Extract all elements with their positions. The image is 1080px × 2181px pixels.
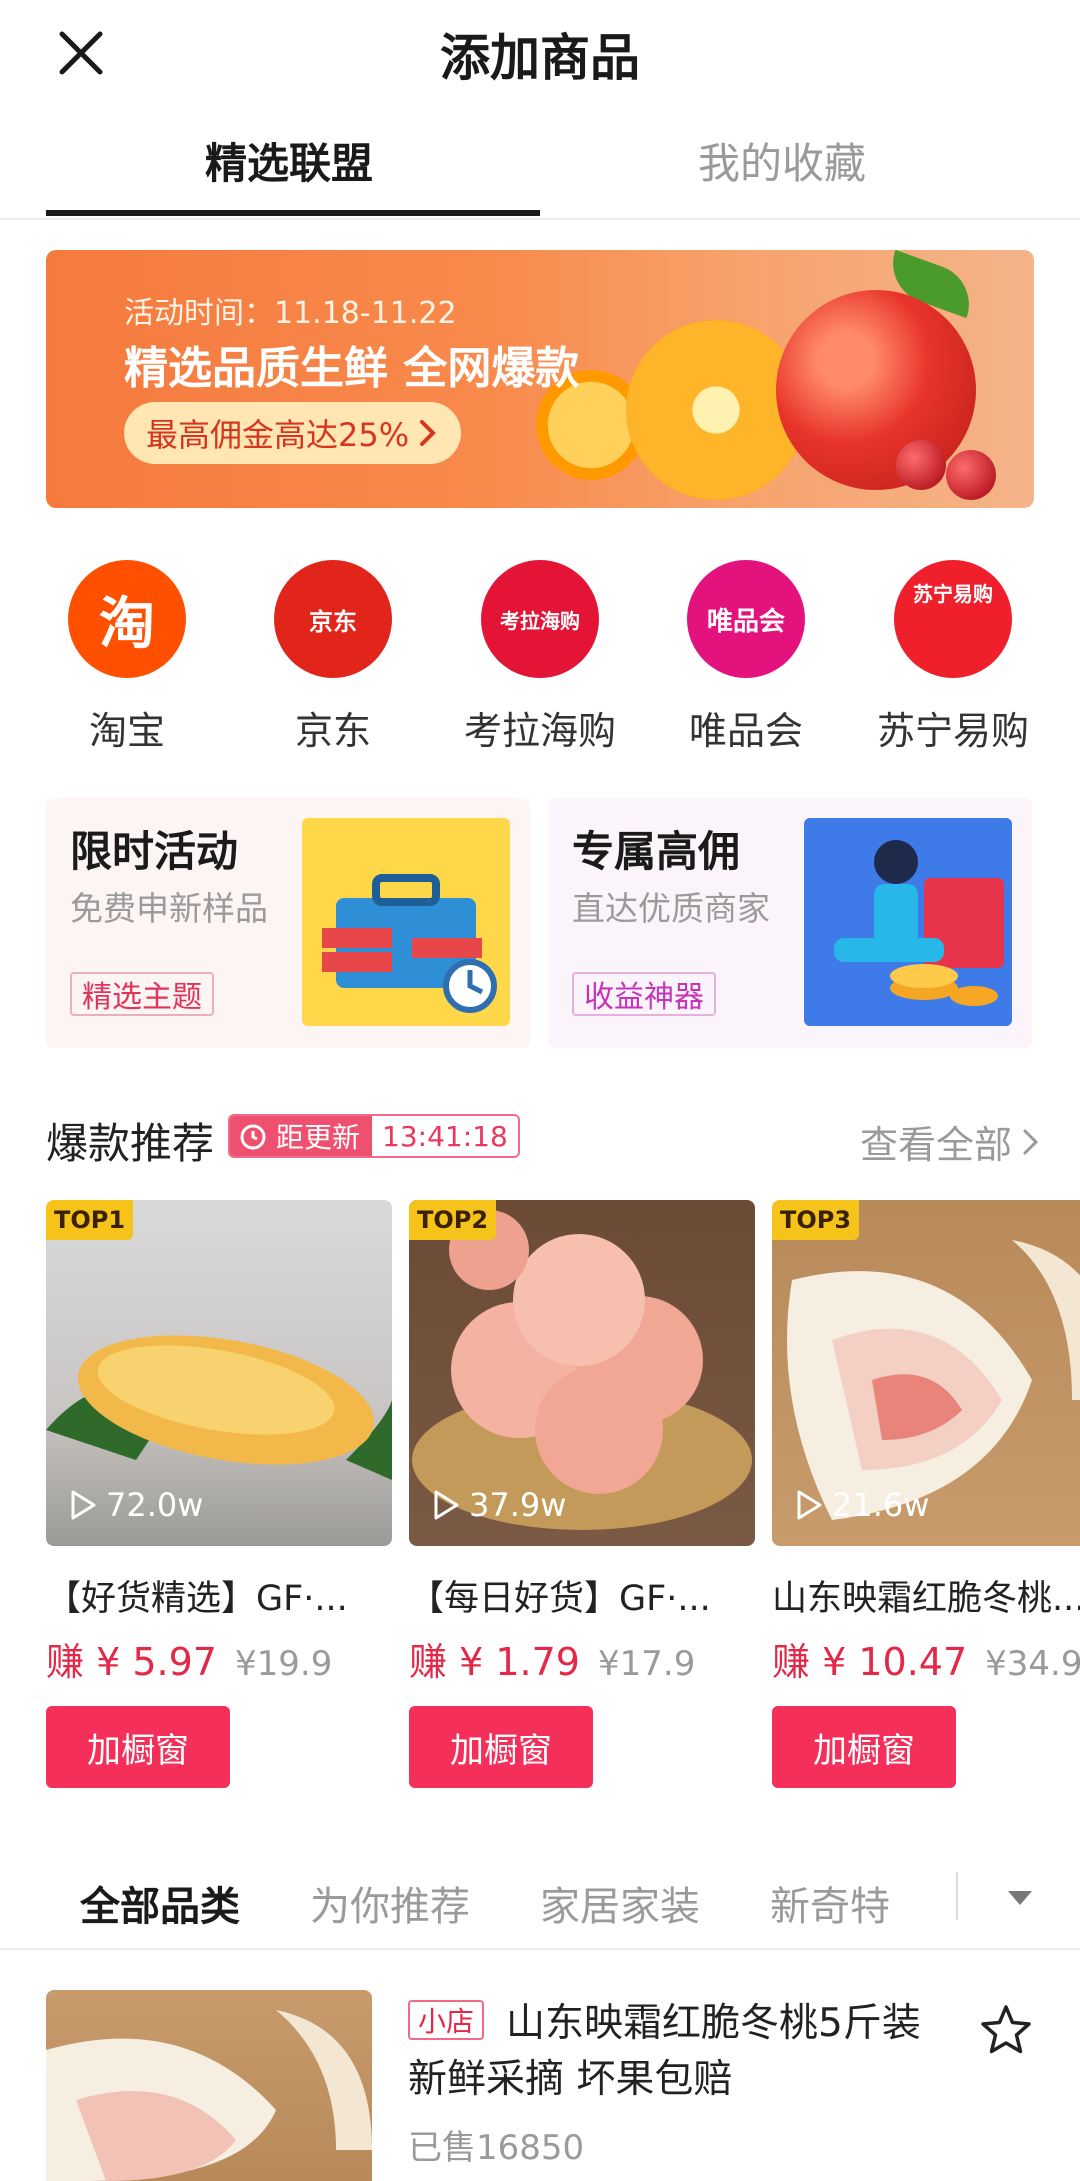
- platform-name: 考拉海购: [463, 709, 616, 753]
- product-name: 山东映霜红脆冬桃...: [772, 1579, 1080, 1619]
- product-name: 【每日好货】GF·...: [409, 1579, 711, 1619]
- promo-subtitle: 直达优质商家: [572, 889, 770, 928]
- jd-logo-icon: 京东: [274, 560, 392, 678]
- promo-tag: 精选主题: [70, 972, 214, 1016]
- category-tab-recommended[interactable]: 为你推荐: [310, 1874, 470, 1932]
- original-price: ¥34.9: [985, 1644, 1080, 1684]
- top-tabs: 精选联盟 我的收藏: [0, 120, 1080, 220]
- view-count: 21.6w: [794, 1486, 929, 1524]
- sold-count: 已售16850: [408, 2128, 585, 2168]
- cherry-image: [946, 450, 996, 500]
- view-count: 37.9w: [431, 1486, 566, 1524]
- product-card[interactable]: TOP1 72.0w 【好货精选】GF·... 赚 ¥ 5.97 ¥19.9 加…: [46, 1200, 392, 1788]
- taobao-logo-icon: 淘: [68, 560, 186, 678]
- promo-card-commission[interactable]: 专属高佣 直达优质商家 收益神器: [548, 798, 1032, 1048]
- platform-name: 苏宁易购: [876, 709, 1029, 753]
- page-title: 添加商品: [440, 29, 640, 87]
- view-count-text: 21.6w: [832, 1486, 930, 1524]
- view-count-text: 37.9w: [469, 1486, 567, 1524]
- banner-cta-label: 最高佣金高达25%: [146, 416, 410, 454]
- platform-name: 淘宝: [88, 709, 165, 753]
- rank-badge: TOP1: [46, 1200, 134, 1240]
- rank-badge: TOP3: [772, 1200, 860, 1240]
- add-to-showcase-button[interactable]: 加橱窗: [772, 1706, 956, 1788]
- add-to-showcase-button[interactable]: 加橱窗: [46, 1706, 230, 1788]
- promo-tag: 收益神器: [572, 972, 716, 1016]
- tab-selected-alliance[interactable]: 精选联盟: [205, 130, 373, 191]
- play-icon: [71, 1490, 96, 1520]
- header: 添加商品: [0, 0, 1080, 100]
- chevron-right-icon: [420, 420, 436, 446]
- platform-row: 淘 淘宝 京东 京东 考拉海购 考拉海购 唯品会 唯品会 苏宁易购 苏宁易购: [0, 560, 1080, 760]
- promo-banner[interactable]: 活动时间：11.18-11.22 精选品质生鲜 全网爆款 最高佣金高达25%: [46, 250, 1034, 508]
- product-card[interactable]: TOP2 37.9w 【每日好货】GF·... 赚 ¥ 1.79 ¥17.9 加…: [409, 1200, 755, 1788]
- star-icon[interactable]: [976, 2000, 1036, 2060]
- toolbox-illustration: [302, 818, 510, 1026]
- add-to-showcase-button[interactable]: 加橱窗: [409, 1706, 593, 1788]
- product-card[interactable]: TOP3 21.6w 山东映霜红脆冬桃... 赚 ¥ 10.47 ¥34.9 加…: [772, 1200, 1080, 1788]
- promo-subtitle: 免费申新样品: [70, 889, 268, 928]
- chevron-right-icon: [1023, 1129, 1039, 1154]
- commission-illustration: [804, 818, 1012, 1026]
- commission: 赚 ¥ 5.97: [46, 1640, 217, 1684]
- product-image: TOP1 72.0w: [46, 1200, 392, 1546]
- vip-logo-icon: 唯品会: [687, 560, 805, 678]
- category-tabs: 全部品类 为你推荐 家居家装 新奇特: [0, 1860, 1080, 1950]
- alarm-clock-icon: [240, 1124, 266, 1150]
- countdown-badge: 距更新 13:41:18: [228, 1114, 520, 1158]
- promo-title: 限时活动: [70, 827, 239, 876]
- banner-cta-button[interactable]: 最高佣金高达25%: [124, 402, 462, 464]
- product-name: 【好货精选】GF·...: [46, 1579, 348, 1619]
- suning-logo-icon: 苏宁易购: [894, 560, 1012, 678]
- cherry-image: [896, 440, 946, 490]
- view-count-text: 72.0w: [106, 1486, 204, 1524]
- platform-jd[interactable]: 京东 京东: [243, 560, 423, 755]
- product-image: [46, 1990, 372, 2181]
- list-item[interactable]: 山东映霜红脆冬桃5斤装 新鲜采摘 坏果包赔 小店 已售16850: [0, 1990, 1080, 2181]
- promo-title: 专属高佣: [572, 827, 741, 876]
- promo-card-limited[interactable]: 限时活动 免费申新样品 精选主题: [46, 798, 530, 1048]
- divider: [956, 1872, 958, 1920]
- product-image: TOP2 37.9w: [409, 1200, 755, 1546]
- category-tab-all[interactable]: 全部品类: [80, 1874, 240, 1932]
- original-price: ¥19.9: [234, 1644, 333, 1684]
- kaola-logo-icon: 考拉海购: [481, 560, 599, 678]
- original-price: ¥17.9: [597, 1644, 696, 1684]
- rank-badge: TOP2: [409, 1200, 497, 1240]
- price-row: 赚 ¥ 10.47 ¥34.9: [772, 1631, 1080, 1686]
- platform-name: 唯品会: [688, 709, 803, 753]
- play-icon: [797, 1490, 822, 1520]
- platform-suning[interactable]: 苏宁易购 苏宁易购: [863, 560, 1043, 755]
- shop-badge: 小店: [408, 2000, 485, 2040]
- commission: 赚 ¥ 1.79: [409, 1640, 580, 1684]
- commission: 赚 ¥ 10.47: [772, 1640, 968, 1684]
- platform-taobao[interactable]: 淘 淘宝: [37, 560, 217, 755]
- play-icon: [434, 1490, 459, 1520]
- banner-date: 活动时间：11.18-11.22: [124, 296, 457, 331]
- hot-products-carousel[interactable]: TOP1 72.0w 【好货精选】GF·... 赚 ¥ 5.97 ¥19.9 加…: [0, 1200, 1080, 1800]
- platform-vip[interactable]: 唯品会 唯品会: [656, 560, 836, 755]
- view-all-link[interactable]: 查看全部: [860, 1114, 1040, 1169]
- platform-kaola[interactable]: 考拉海购 考拉海购: [450, 560, 630, 755]
- countdown-label-box: 距更新: [230, 1116, 373, 1156]
- tab-my-favorites[interactable]: 我的收藏: [698, 130, 866, 191]
- hot-section-header: 爆款推荐 距更新 13:41:18 查看全部: [0, 1110, 1080, 1170]
- view-all-label: 查看全部: [859, 1123, 1012, 1167]
- list-item-title: 山东映霜红脆冬桃5斤装 新鲜采摘 坏果包赔: [408, 2001, 921, 2102]
- category-tab-home[interactable]: 家居家装: [540, 1874, 700, 1932]
- active-tab-indicator: [46, 210, 540, 216]
- banner-headline: 精选品质生鲜 全网爆款: [124, 343, 580, 394]
- price-row: 赚 ¥ 5.97 ¥19.9: [46, 1631, 392, 1686]
- countdown-time: 13:41:18: [372, 1116, 518, 1156]
- product-image: TOP3 21.6w: [772, 1200, 1080, 1546]
- category-tab-novelty[interactable]: 新奇特: [770, 1874, 890, 1932]
- view-count: 72.0w: [68, 1486, 203, 1524]
- countdown-label: 距更新: [276, 1121, 361, 1154]
- price-row: 赚 ¥ 1.79 ¥17.9: [409, 1631, 755, 1686]
- category-dropdown-icon[interactable]: [1000, 1878, 1040, 1918]
- apple-image: [776, 290, 976, 490]
- platform-name: 京东: [294, 709, 371, 753]
- section-title: 爆款推荐: [46, 1119, 215, 1168]
